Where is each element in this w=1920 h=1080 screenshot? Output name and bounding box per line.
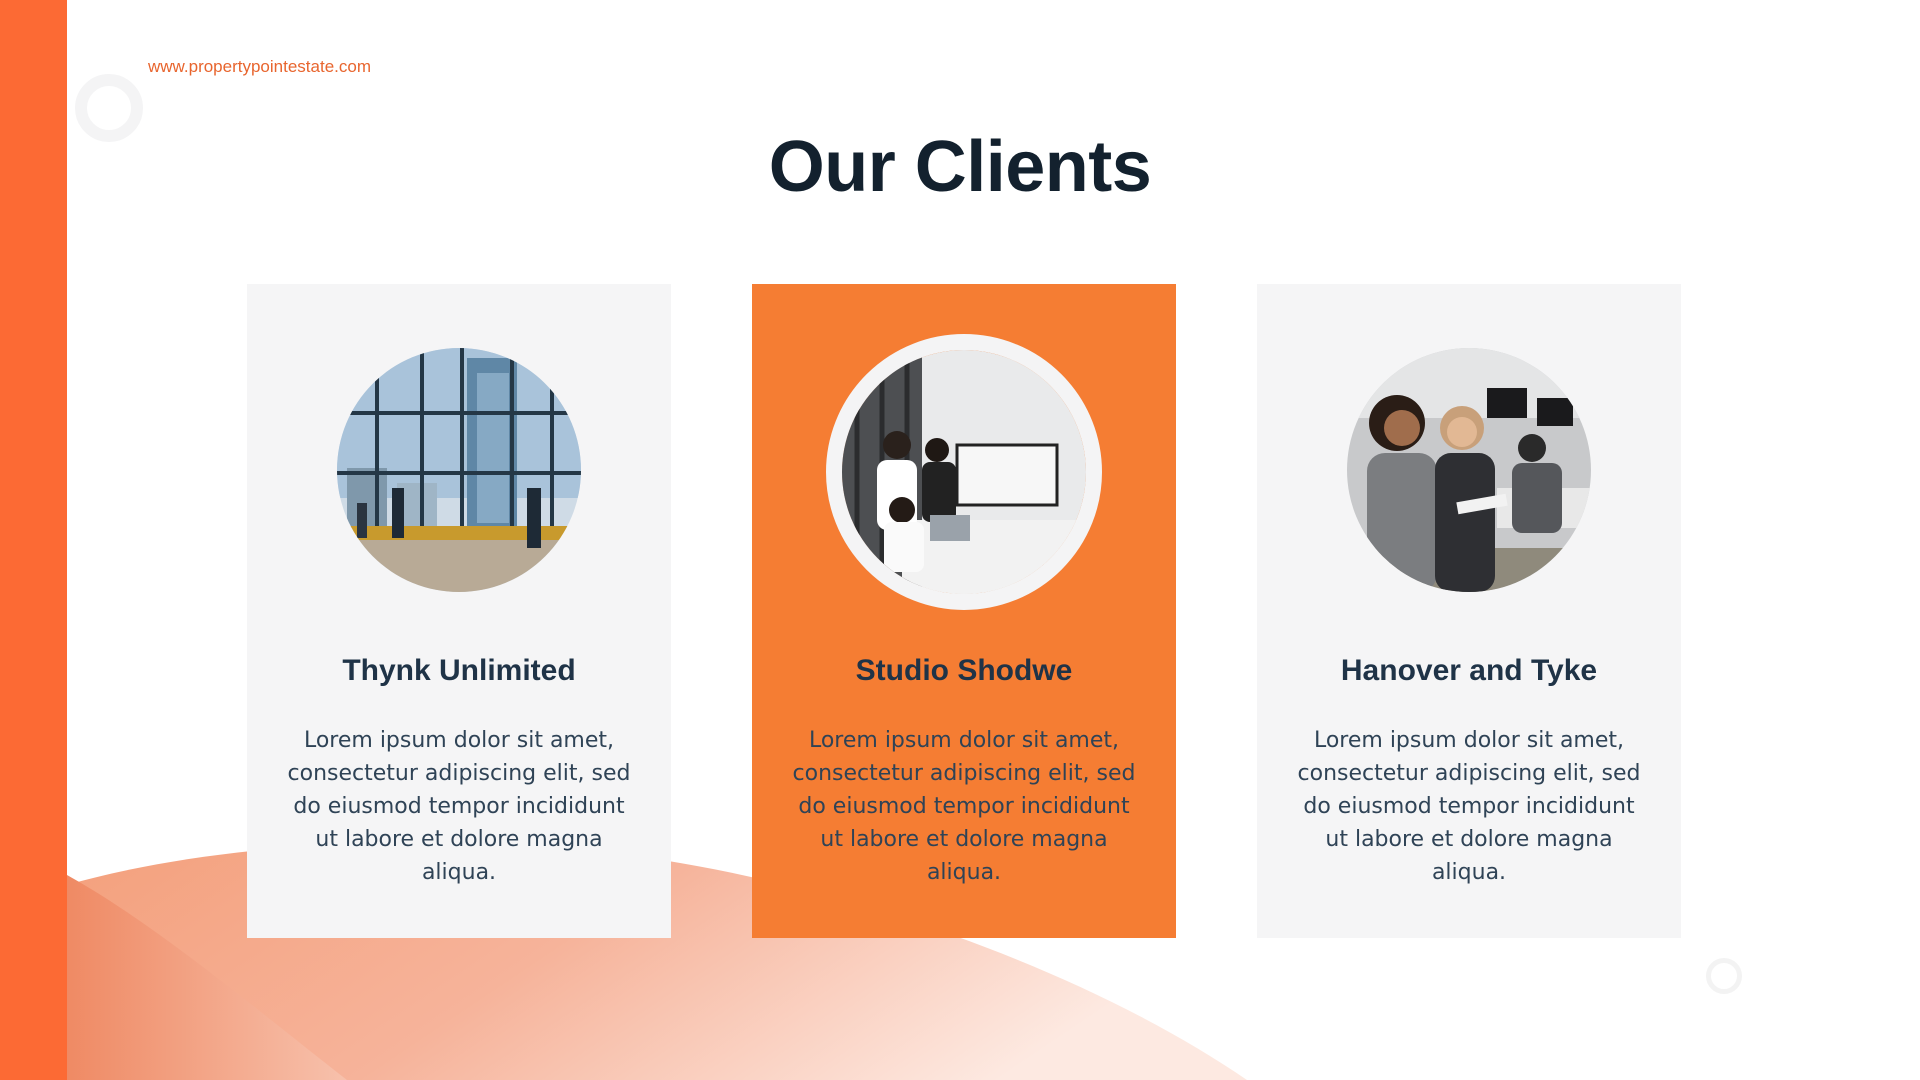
client-card-thynk: Thynk Unlimited Lorem ipsum dolor sit am… [247,284,671,938]
client-description: Lorem ipsum dolor sit amet, consectetur … [287,728,631,885]
page-title: Our Clients [768,127,1152,207]
client-name: Hanover and Tyke [1340,654,1598,687]
client-description: Lorem ipsum dolor sit amet, consectetur … [1297,728,1641,885]
team-meeting-photo [826,334,1102,610]
client-description: Lorem ipsum dolor sit amet, consectetur … [792,728,1136,885]
client-name: Studio Shodwe [855,654,1073,687]
coworkers-office-photo [1347,348,1591,592]
client-card-hanover: Hanover and Tyke Lorem ipsum dolor sit a… [1257,284,1681,938]
decorative-ring-small [1706,958,1742,994]
client-name: Thynk Unlimited [342,654,576,687]
client-card-shodwe: Studio Shodwe Lorem ipsum dolor sit amet… [752,284,1176,938]
office-window-city-photo [337,348,581,592]
website-url: www.propertypointestate.com [148,57,371,76]
